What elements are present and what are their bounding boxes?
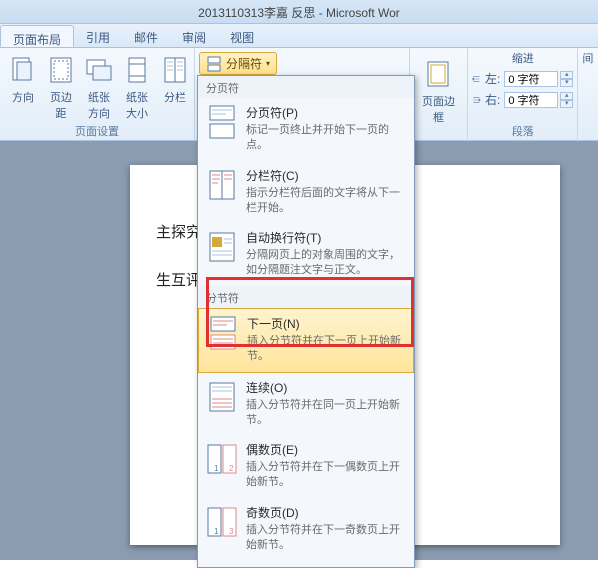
- menu-desc: 标记一页终止并开始下一页的点。: [246, 123, 406, 153]
- page-borders-icon: [422, 58, 454, 90]
- menu-even-page[interactable]: 12 偶数页(E)插入分节符并在下一偶数页上开始新节。: [198, 435, 414, 498]
- breaks-dropdown: 分页符 分页符(P) 标记一页终止并开始下一页的点。 分栏符(C) 指示分栏符后面的…: [197, 75, 415, 568]
- tab-mailings[interactable]: 邮件: [122, 24, 170, 47]
- menu-odd-page[interactable]: 13 奇数页(D)插入分节符并在下一奇数页上开始新节。: [198, 498, 414, 561]
- menu-desc: 插入分节符并在下一奇数页上开始新节。: [246, 523, 406, 553]
- menu-title: 分页符(P): [246, 104, 406, 121]
- spinner-right[interactable]: ▴▾: [560, 92, 573, 108]
- odd-page-icon: 13: [206, 504, 238, 540]
- svg-text:2: 2: [229, 464, 234, 473]
- group-label-page-setup: 页面设置: [0, 123, 194, 139]
- spacing-heading: 间: [582, 50, 594, 66]
- text-wrap-icon: [206, 229, 238, 265]
- indent-left-label: 左:: [485, 70, 500, 87]
- menu-desc: 插入分节符并在下一页上开始新节。: [247, 334, 405, 364]
- margins-button[interactable]: 页边距: [42, 50, 80, 123]
- spinner-left[interactable]: ▴▾: [560, 71, 573, 87]
- menu-title: 分栏符(C): [246, 167, 406, 184]
- even-page-icon: 12: [206, 441, 238, 477]
- tab-review[interactable]: 审阅: [170, 24, 218, 47]
- menu-page-break[interactable]: 分页符(P) 标记一页终止并开始下一页的点。: [198, 98, 414, 161]
- dropdown-section-section-breaks: 分节符: [198, 286, 414, 308]
- menu-title: 连续(O): [246, 379, 406, 396]
- paper-size-button[interactable]: 纸张大小: [118, 50, 156, 123]
- menu-title: 下一页(N): [247, 315, 405, 332]
- paper-orientation-button[interactable]: 纸张方向: [80, 50, 118, 123]
- svg-text:1: 1: [214, 527, 219, 536]
- orientation-icon: [7, 54, 39, 86]
- ribbon-tabs: 页面布局 引用 邮件 审阅 视图: [0, 24, 598, 48]
- continuous-icon: [206, 379, 238, 415]
- next-page-icon: [207, 315, 239, 351]
- menu-column-break[interactable]: 分栏符(C) 指示分栏符后面的文字将从下一栏开始。: [198, 161, 414, 224]
- svg-text:3: 3: [229, 527, 234, 536]
- orientation-button[interactable]: 方向: [4, 50, 42, 123]
- menu-desc: 插入分节符并在下一偶数页上开始新节。: [246, 460, 406, 490]
- menu-desc: 分隔网页上的对象周围的文字，如分隔题注文字与正文。: [246, 248, 406, 278]
- tab-page-layout[interactable]: 页面布局: [0, 25, 74, 47]
- title-bar: 2013110313李嘉 反思 - Microsoft Wor: [0, 0, 598, 24]
- menu-title: 偶数页(E): [246, 441, 406, 458]
- breaks-button[interactable]: 分隔符 ▾: [199, 52, 277, 75]
- page-break-icon: [206, 104, 238, 140]
- paper-orientation-icon: [83, 54, 115, 86]
- indent-right-label: 右:: [485, 91, 500, 108]
- page-borders-button[interactable]: 页面边框: [414, 54, 464, 127]
- indent-right-icon: [472, 94, 481, 106]
- menu-title: 自动换行符(T): [246, 229, 406, 246]
- columns-button[interactable]: 分栏: [156, 50, 194, 123]
- paper-size-icon: [121, 54, 153, 86]
- menu-title: 奇数页(D): [246, 504, 406, 521]
- group-indent: 缩进 左: ▴▾ 右: ▴▾ 段落: [468, 48, 578, 141]
- dropdown-section-page-breaks: 分页符: [198, 76, 414, 98]
- indent-heading: 缩进: [472, 50, 573, 66]
- menu-desc: 指示分栏符后面的文字将从下一栏开始。: [246, 186, 406, 216]
- margins-icon: [45, 54, 77, 86]
- indent-right-input[interactable]: [504, 92, 558, 108]
- columns-icon: [159, 54, 191, 86]
- indent-left-input[interactable]: [504, 71, 558, 87]
- column-break-icon: [206, 167, 238, 203]
- group-page-borders: 页面边框: [410, 48, 469, 141]
- window-title: 2013110313李嘉 反思 - Microsoft Wor: [198, 6, 400, 20]
- tab-view[interactable]: 视图: [218, 24, 266, 47]
- indent-left-icon: [472, 73, 481, 85]
- group-page-setup: 方向 页边距 纸张方向 纸张大小 分栏 页面设置: [0, 48, 195, 141]
- breaks-icon: [206, 56, 222, 72]
- menu-continuous[interactable]: 连续(O) 插入分节符并在同一页上开始新节。: [198, 373, 414, 436]
- svg-text:1: 1: [214, 464, 219, 473]
- menu-text-wrap-break[interactable]: 自动换行符(T) 分隔网页上的对象周围的文字，如分隔题注文字与正文。: [198, 223, 414, 286]
- menu-desc: 插入分节符并在同一页上开始新节。: [246, 398, 406, 428]
- menu-next-page[interactable]: 下一页(N) 插入分节符并在下一页上开始新节。: [198, 308, 414, 373]
- tab-references[interactable]: 引用: [74, 24, 122, 47]
- group-spacing: 间: [578, 48, 598, 141]
- group-label-paragraph: 段落: [468, 123, 577, 139]
- chevron-down-icon: ▾: [266, 59, 270, 68]
